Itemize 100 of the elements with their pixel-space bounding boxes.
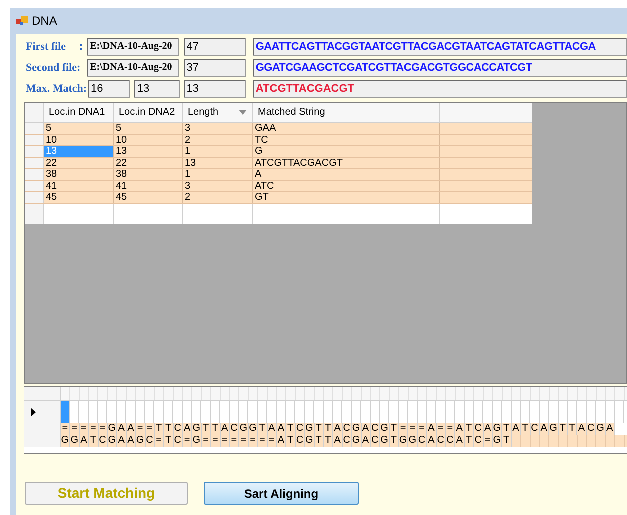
table-cell[interactable]: G xyxy=(253,146,440,156)
table-cell[interactable] xyxy=(440,123,532,134)
table-cell[interactable]: C xyxy=(230,423,240,435)
table-cell[interactable]: 45 xyxy=(44,192,114,202)
length-field[interactable]: 47 xyxy=(184,38,246,56)
table-cell[interactable]: A xyxy=(117,435,127,447)
sequence-field[interactable]: GGATCGAAGCTCGATCGTTACGACGTGGCACCATCGT xyxy=(252,59,627,77)
table-cell[interactable] xyxy=(440,169,532,180)
table-cell[interactable]: 10 xyxy=(114,134,183,145)
sequence-field[interactable]: GAATTCAGTTACGGTAATCGTTACGACGTAATCAGTATCAGTTACGA xyxy=(252,38,627,56)
file-path-field[interactable]: E:\DNA-10-Aug-20 xyxy=(87,38,179,56)
row-header[interactable] xyxy=(24,401,61,423)
table-cell[interactable]: GT xyxy=(253,192,440,202)
table-cell[interactable]: 38 xyxy=(114,169,183,180)
table-cell[interactable]: C xyxy=(446,435,456,447)
table-cell[interactable]: 1 xyxy=(183,169,253,180)
table-cell[interactable]: A xyxy=(455,423,465,435)
table-cell[interactable]: T xyxy=(258,423,268,435)
table-cell[interactable]: A xyxy=(117,423,127,435)
table-cell[interactable]: 13 xyxy=(114,146,183,156)
table-cell[interactable]: G xyxy=(239,423,249,435)
table-cell[interactable]: C xyxy=(474,423,484,435)
table-cell[interactable]: G xyxy=(399,435,408,447)
table-cell[interactable]: G xyxy=(549,423,559,435)
table-cell[interactable]: = xyxy=(408,423,418,435)
table-cell[interactable]: G xyxy=(136,435,146,447)
table-cell[interactable]: G xyxy=(70,435,80,447)
table-cell[interactable]: = xyxy=(70,423,80,435)
table-cell[interactable]: G xyxy=(380,435,390,447)
table-cell[interactable]: 41 xyxy=(44,180,114,191)
table-cell[interactable]: G xyxy=(380,423,390,435)
table-cell[interactable]: ATCGTTACGACGT xyxy=(253,158,440,168)
table-cell[interactable] xyxy=(440,134,532,145)
value-field[interactable]: 13 xyxy=(134,80,180,98)
column-header[interactable]: Matched String xyxy=(253,103,440,122)
table-cell[interactable]: ATC xyxy=(253,180,440,191)
table-cell[interactable]: = xyxy=(258,435,268,447)
table-cell[interactable]: 2 xyxy=(183,134,253,145)
table-cell[interactable]: = xyxy=(183,435,192,447)
table-cell[interactable]: 3 xyxy=(183,123,253,134)
table-cell[interactable]: A xyxy=(577,423,587,435)
column-header[interactable]: Loc.in DNA2 xyxy=(114,103,183,122)
table-cell[interactable]: G xyxy=(192,435,202,447)
table-cell[interactable]: = xyxy=(399,423,408,435)
table-cell[interactable]: 3 xyxy=(183,180,253,191)
table-cell[interactable]: 10 xyxy=(44,134,114,145)
table-cell[interactable]: 22 xyxy=(114,158,183,168)
value-field[interactable]: 13 xyxy=(184,80,246,98)
table-cell[interactable]: G xyxy=(408,435,418,447)
table-cell[interactable]: T xyxy=(568,423,578,435)
table-cell[interactable]: A xyxy=(333,423,343,435)
table-cell[interactable]: 5 xyxy=(44,123,114,134)
column-header[interactable]: Loc.in DNA1 xyxy=(44,103,114,122)
table-cell[interactable] xyxy=(440,158,532,168)
action-button[interactable]: Sart Aligning xyxy=(204,482,359,505)
table-cell[interactable]: A xyxy=(455,435,465,447)
sequence-field[interactable]: ATCGTTACGACGT xyxy=(252,80,627,98)
table-cell[interactable]: G xyxy=(305,423,315,435)
table-cell[interactable]: = xyxy=(89,423,99,435)
table-cell[interactable]: GAA xyxy=(253,123,440,134)
table-cell[interactable]: = xyxy=(230,435,240,447)
table-cell[interactable]: T xyxy=(286,435,296,447)
table-cell[interactable]: T xyxy=(89,435,99,447)
table-cell[interactable]: G xyxy=(61,435,70,447)
table-cell[interactable]: A xyxy=(427,435,437,447)
table-cell[interactable]: C xyxy=(474,435,484,447)
table-cell[interactable]: 5 xyxy=(114,123,183,134)
table-cell[interactable]: = xyxy=(239,435,249,447)
table-cell[interactable]: = xyxy=(61,423,70,435)
table-cell[interactable]: 2 xyxy=(183,192,253,202)
table-cell[interactable]: A xyxy=(333,435,343,447)
table-cell[interactable]: A xyxy=(253,169,440,180)
table-cell[interactable]: T xyxy=(164,423,174,435)
table-cell[interactable]: = xyxy=(136,423,146,435)
column-header[interactable] xyxy=(440,103,532,122)
length-field[interactable]: 37 xyxy=(184,59,246,77)
table-cell[interactable]: = xyxy=(211,435,221,447)
value-field[interactable]: 16 xyxy=(88,80,130,98)
table-cell[interactable]: 45 xyxy=(114,192,183,202)
column-header[interactable]: Length xyxy=(183,103,253,122)
header-corner[interactable] xyxy=(25,103,44,122)
table-cell[interactable] xyxy=(61,401,70,423)
table-cell[interactable]: T xyxy=(164,435,174,447)
table-cell[interactable]: A xyxy=(183,423,192,435)
table-cell[interactable] xyxy=(440,146,532,156)
table-cell[interactable]: G xyxy=(192,423,202,435)
table-cell[interactable]: 1 xyxy=(183,146,253,156)
table-cell[interactable]: = xyxy=(446,423,456,435)
table-cell[interactable]: G xyxy=(305,435,315,447)
table-cell[interactable]: T xyxy=(502,423,512,435)
file-path-field[interactable]: E:\DNA-10-Aug-20 xyxy=(87,59,179,77)
table-cell[interactable]: 41 xyxy=(114,180,183,191)
table-cell[interactable]: T xyxy=(521,423,531,435)
table-cell[interactable] xyxy=(440,180,532,191)
table-cell[interactable]: G xyxy=(596,423,606,435)
table-cell[interactable]: T xyxy=(211,423,221,435)
table-cell[interactable] xyxy=(512,435,627,447)
table-cell[interactable] xyxy=(440,192,532,202)
table-cell[interactable]: T xyxy=(502,435,512,447)
table-cell[interactable]: 38 xyxy=(44,169,114,180)
